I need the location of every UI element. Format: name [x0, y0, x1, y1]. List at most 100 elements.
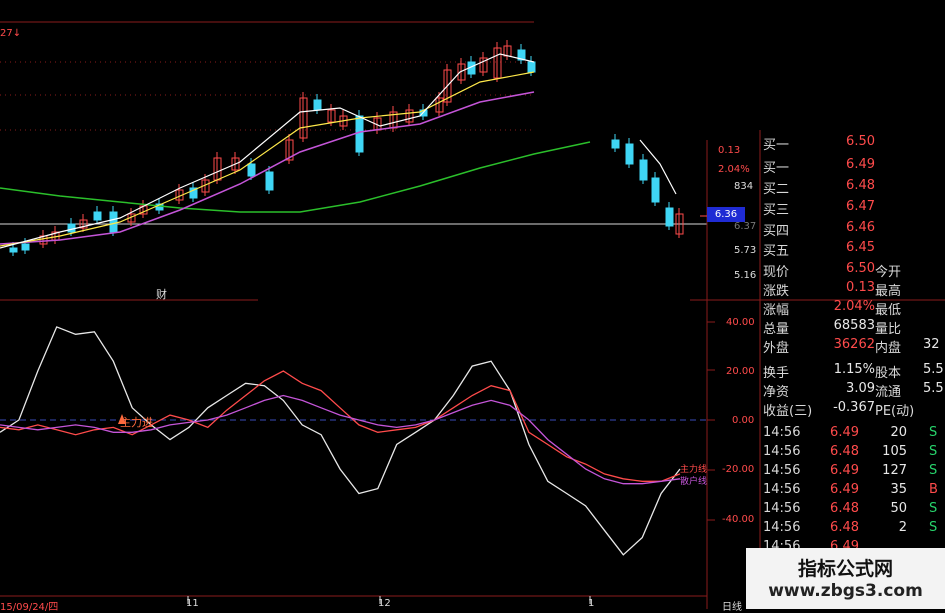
candle-body [355, 115, 364, 153]
order-book-row[interactable]: 买二 6.48 [707, 178, 945, 197]
order-book-row[interactable]: 买三 6.47 [707, 199, 945, 218]
stat-row: 涨跌 0.13 最高 [707, 280, 945, 299]
book-label: 买二 [763, 182, 790, 197]
date-label: 1 [588, 598, 595, 609]
tick-row[interactable]: 14:56 6.48 2 S [707, 520, 945, 539]
order-book-row[interactable]: 买四 6.46 [707, 220, 945, 239]
signal-label: 主力进 [120, 416, 153, 429]
book-label: 买三 [763, 203, 790, 218]
candle-body [265, 171, 274, 191]
indicator-white-line [0, 326, 681, 556]
order-book-row[interactable]: 买五 6.45 [707, 240, 945, 259]
tick-row[interactable]: 14:56 6.49 35 B [707, 482, 945, 501]
tick-price: 6.49 [830, 463, 859, 478]
tick-row[interactable]: 14:56 6.49 20 S [707, 425, 945, 444]
stat-value: 32 [923, 337, 940, 352]
stat-value: 5.5 [923, 381, 944, 396]
stat-value: 0.13 [846, 280, 875, 295]
tick-price: 6.48 [830, 444, 859, 459]
stat-value: 2.04% [833, 299, 875, 314]
quote-panel: 买一 6.50 买一 6.49 买二 6.48 买三 6.47 买四 6.46 买五 6.4… [707, 130, 945, 609]
book-price: 6.47 [846, 199, 875, 214]
stat-label: PE(动) [875, 404, 915, 419]
stat-label: 今开 [875, 265, 902, 280]
tick-row[interactable]: 14:56 6.48 50 S [707, 501, 945, 520]
tick-time: 14:56 [763, 501, 801, 516]
candle-body [21, 243, 30, 251]
candle-body [313, 99, 322, 111]
tick-side: S [929, 463, 938, 478]
stat-label: 总量 [763, 322, 790, 337]
stat-row: 涨幅 2.04% 最低 [707, 299, 945, 318]
stat-label: 现价 [763, 265, 790, 280]
tick-volume: 2 [898, 520, 907, 535]
stat-label: 涨幅 [763, 303, 790, 318]
candle-body [109, 211, 118, 233]
stat-label: 涨跌 [763, 284, 790, 299]
tick-price: 6.48 [830, 501, 859, 516]
tick-side: S [929, 501, 938, 516]
order-book-row[interactable]: 买一 6.49 [707, 157, 945, 176]
stat-value: 36262 [833, 337, 875, 352]
stat-label: 量比 [875, 322, 902, 337]
candle-body [639, 159, 648, 181]
book-price: 6.49 [846, 157, 875, 172]
candle-body [611, 139, 620, 149]
stat-value: -0.367 [833, 400, 875, 415]
tick-time: 14:56 [763, 425, 801, 440]
tick-volume: 105 [882, 444, 907, 459]
indicator-header-label: 财 [156, 288, 167, 301]
candle-body [247, 163, 256, 177]
book-label: 买五 [763, 244, 790, 259]
watermark: 指标公式网 www.zbgs3.com [746, 548, 945, 609]
stat-value: 1.15% [833, 362, 875, 377]
book-price: 6.46 [846, 220, 875, 235]
tick-row[interactable]: 14:56 6.49 127 S [707, 463, 945, 482]
tick-price: 6.48 [830, 520, 859, 535]
tick-row[interactable]: 14:56 6.48 105 S [707, 444, 945, 463]
stat-row: 外盘 36262 内盘 32 [707, 337, 945, 356]
book-label: 买四 [763, 224, 790, 239]
stat-row: 净资 3.09 流通 5.5 [707, 381, 945, 400]
stat-label: 最高 [875, 284, 902, 299]
book-label: 买一 [763, 161, 790, 176]
indicator-red-line [0, 370, 681, 482]
candle-body [67, 223, 76, 233]
tick-volume: 35 [890, 482, 907, 497]
date-label: 11 [186, 598, 199, 609]
candle-body [527, 61, 536, 73]
date-label: 15/09/24/四 [0, 602, 59, 613]
book-label: 买一 [763, 138, 790, 153]
stat-label: 换手 [763, 366, 790, 381]
tick-time: 14:56 [763, 482, 801, 497]
tick-side: S [929, 520, 938, 535]
tick-time: 14:56 [763, 444, 801, 459]
tick-time: 14:56 [763, 463, 801, 478]
tick-time: 14:56 [763, 520, 801, 535]
book-price: 6.45 [846, 240, 875, 255]
tick-price: 6.49 [830, 425, 859, 440]
stat-row: 换手 1.15% 股本 5.5 [707, 362, 945, 381]
indicator-purple-line [0, 394, 681, 485]
legend-label: 散户线 [680, 477, 708, 487]
order-book-row[interactable]: 买一 6.50 [707, 134, 945, 153]
stat-value: 3.09 [846, 381, 875, 396]
stat-value: 6.50 [846, 261, 875, 276]
tick-side: S [929, 444, 938, 459]
stat-label: 流通 [875, 385, 902, 400]
candle-body [93, 211, 102, 221]
candle-body [625, 143, 634, 165]
watermark-title: 指标公式网 [797, 558, 893, 580]
stat-row: 收益(三) -0.367 PE(动) [707, 400, 945, 419]
tick-side: B [929, 482, 938, 497]
stat-label: 净资 [763, 385, 790, 400]
candle-body [9, 247, 18, 253]
stat-label: 收益(三) [763, 404, 813, 419]
stat-label: 外盘 [763, 341, 790, 356]
tick-volume: 50 [890, 501, 907, 516]
stat-row: 现价 6.50 今开 [707, 261, 945, 280]
tick-price: 6.49 [830, 482, 859, 497]
stat-label: 内盘 [875, 341, 902, 356]
book-price: 6.50 [846, 134, 875, 149]
stat-value: 68583 [833, 318, 875, 333]
